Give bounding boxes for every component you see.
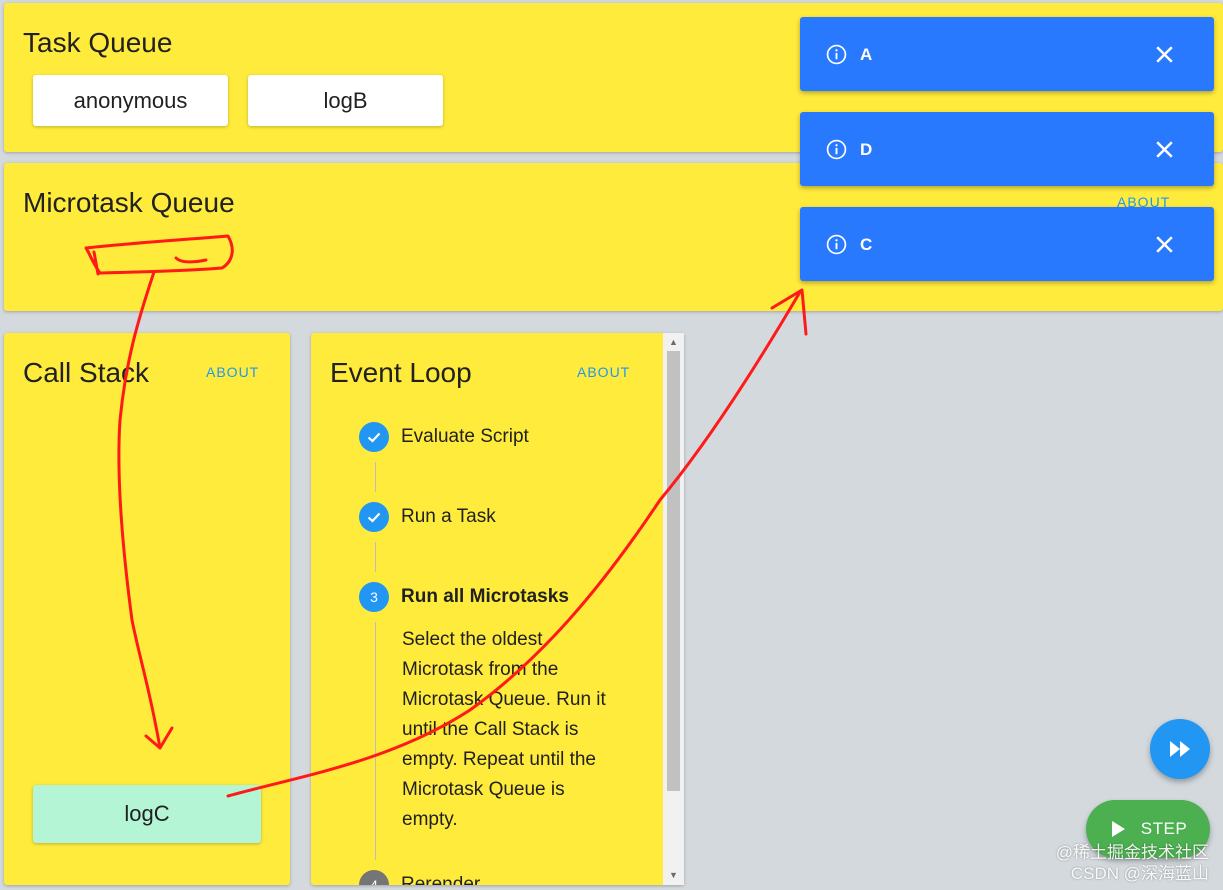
step-connector xyxy=(375,542,376,572)
toast-message: A xyxy=(860,45,873,64)
call-stack-panel: Call Stack ABOUT logC xyxy=(4,333,290,885)
event-loop-panel: Event Loop ABOUT Evaluate Script Run a T… xyxy=(311,333,684,885)
stack-frame: logC xyxy=(33,785,261,843)
fast-forward-icon xyxy=(1170,741,1190,757)
toast-message: D xyxy=(860,140,873,159)
event-loop-about-link[interactable]: ABOUT xyxy=(577,364,630,380)
scroll-up-arrow-icon[interactable]: ▲ xyxy=(663,334,684,350)
call-stack-title: Call Stack xyxy=(23,357,150,388)
step-connector xyxy=(375,622,376,860)
step-description: Select the oldest Microtask from the Mic… xyxy=(402,629,606,830)
step-button[interactable]: STEP xyxy=(1086,800,1210,858)
fast-forward-button[interactable] xyxy=(1150,719,1210,779)
step-evaluate-script: Evaluate Script xyxy=(359,422,529,452)
toast-notification: C xyxy=(800,207,1214,281)
event-loop-scrollbar[interactable]: ▲ ▼ xyxy=(663,333,684,885)
step-label: Evaluate Script xyxy=(401,426,529,447)
step-run-a-task: Run a Task xyxy=(359,502,496,532)
play-icon xyxy=(1111,821,1125,837)
task-item: logB xyxy=(248,75,443,126)
step-label: Run all Microtasks xyxy=(401,586,569,607)
close-icon[interactable] xyxy=(1152,42,1177,67)
check-icon xyxy=(359,422,389,452)
scroll-thumb[interactable] xyxy=(667,351,680,791)
event-loop-title: Event Loop xyxy=(330,357,472,388)
microtask-queue-title: Microtask Queue xyxy=(23,187,235,218)
step-connector xyxy=(375,462,376,492)
close-icon[interactable] xyxy=(1152,137,1177,162)
step-button-label: STEP xyxy=(1140,819,1188,838)
call-stack-about-link[interactable]: ABOUT xyxy=(206,364,259,380)
task-queue-title: Task Queue xyxy=(23,27,173,58)
watermark-line: CSDN @深海蓝山 xyxy=(1070,864,1209,883)
step-number: 3 xyxy=(359,582,389,612)
step-rerender: 4 Rerender xyxy=(359,870,480,885)
step-run-all-microtasks: 3 Run all Microtasks xyxy=(359,582,569,612)
scroll-down-arrow-icon[interactable]: ▼ xyxy=(663,867,684,883)
toast-notification: D xyxy=(800,112,1214,186)
task-item: anonymous xyxy=(33,75,228,126)
info-icon xyxy=(826,139,847,160)
step-number: 4 xyxy=(359,870,389,885)
close-icon[interactable] xyxy=(1152,232,1177,257)
info-icon xyxy=(826,44,847,65)
info-icon xyxy=(826,234,847,255)
check-icon xyxy=(359,502,389,532)
step-label: Rerender xyxy=(401,874,481,885)
step-label: Run a Task xyxy=(401,506,496,527)
toast-notification: A xyxy=(800,17,1214,91)
toast-message: C xyxy=(860,235,873,254)
